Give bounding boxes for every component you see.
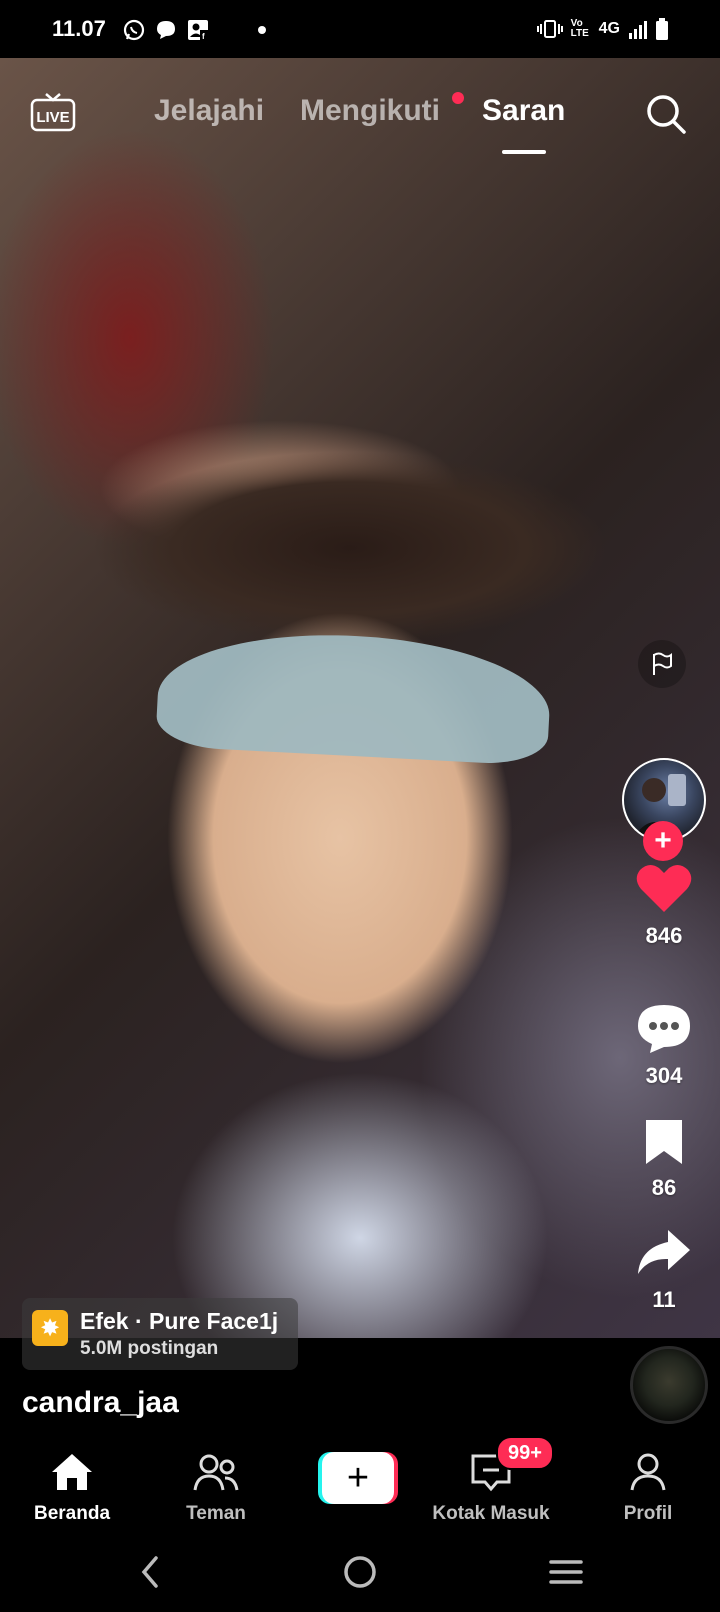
comment-count: 304: [645, 1063, 683, 1088]
inbox-badge: 99+: [496, 1436, 554, 1470]
chat-icon: [157, 21, 175, 39]
live-label: LIVE: [36, 109, 69, 126]
facebook-contact-icon: f: [188, 20, 208, 41]
report-button[interactable]: [638, 640, 686, 688]
plus-icon: +: [322, 1452, 394, 1504]
like-action[interactable]: 846: [622, 862, 706, 949]
search-icon[interactable]: [644, 92, 688, 136]
svg-text:f: f: [202, 32, 205, 41]
tab-saran[interactable]: Saran: [482, 94, 565, 128]
username[interactable]: candra_jaa: [22, 1386, 179, 1420]
network-type: 4G: [598, 20, 620, 37]
dot-icon: [258, 26, 266, 34]
nav-label-teman: Teman: [186, 1503, 246, 1524]
profile-icon: [630, 1453, 666, 1491]
bookmark-icon: [646, 1120, 682, 1164]
active-tab-indicator: [502, 150, 546, 154]
nav-profil[interactable]: Profil: [578, 1452, 718, 1525]
status-left-icons: f: [122, 18, 266, 42]
status-time: 11.07: [52, 16, 106, 41]
back-icon[interactable]: [136, 1554, 166, 1590]
nav-teman[interactable]: Teman: [146, 1452, 286, 1525]
volte-icon: Vo LTE: [570, 18, 589, 39]
system-nav: [0, 1532, 720, 1612]
create-button[interactable]: +: [318, 1452, 398, 1504]
comment-icon: [638, 1005, 690, 1053]
heart-icon: [636, 864, 692, 912]
recents-icon[interactable]: [548, 1556, 584, 1588]
bookmark-count: 86: [651, 1175, 677, 1200]
home-circle-icon[interactable]: [342, 1554, 378, 1590]
bookmark-action[interactable]: 86: [622, 1118, 706, 1201]
follow-button[interactable]: +: [643, 821, 683, 861]
share-icon: [638, 1230, 690, 1274]
tab-jelajahi[interactable]: Jelajahi: [154, 94, 264, 128]
sparkle-icon: ✸: [32, 1310, 68, 1346]
share-action[interactable]: 11: [622, 1228, 706, 1313]
status-right-icons: Vo LTE 4G: [536, 18, 668, 40]
effect-subtitle: 5.0M postingan: [80, 1338, 219, 1359]
music-disc[interactable]: [630, 1346, 708, 1424]
nav-beranda[interactable]: Beranda: [2, 1452, 142, 1525]
whatsapp-icon: [123, 19, 145, 41]
effect-title: Efek · Pure Face1j: [80, 1308, 279, 1334]
comment-action[interactable]: 304: [622, 1002, 706, 1089]
battery-icon: [656, 18, 668, 40]
home-icon: [52, 1454, 92, 1490]
vibrate-icon: [536, 20, 563, 38]
nav-label-profil: Profil: [623, 1503, 673, 1524]
bottom-nav: Beranda Teman + Kotak Masuk 99+ Profil: [0, 1432, 720, 1532]
signal-icon: [629, 21, 647, 39]
video-content: [155, 625, 553, 767]
top-nav: LIVE Jelajahi Mengikuti Saran: [0, 58, 720, 178]
like-count: 846: [645, 923, 683, 948]
nav-label-beranda: Beranda: [33, 1503, 111, 1524]
status-bar: 11.07 f Vo LTE 4G: [0, 0, 720, 58]
effect-chip[interactable]: ✸ Efek · Pure Face1j 5.0M postingan: [22, 1298, 298, 1370]
friends-icon: [193, 1454, 239, 1491]
video-player[interactable]: [0, 58, 720, 1338]
flag-icon: [653, 652, 672, 675]
notification-dot: [452, 92, 464, 104]
nav-label-kotak-masuk: Kotak Masuk: [432, 1503, 550, 1524]
live-icon[interactable]: LIVE: [30, 92, 76, 132]
share-count: 11: [652, 1287, 676, 1312]
tab-mengikuti[interactable]: Mengikuti: [300, 94, 440, 128]
